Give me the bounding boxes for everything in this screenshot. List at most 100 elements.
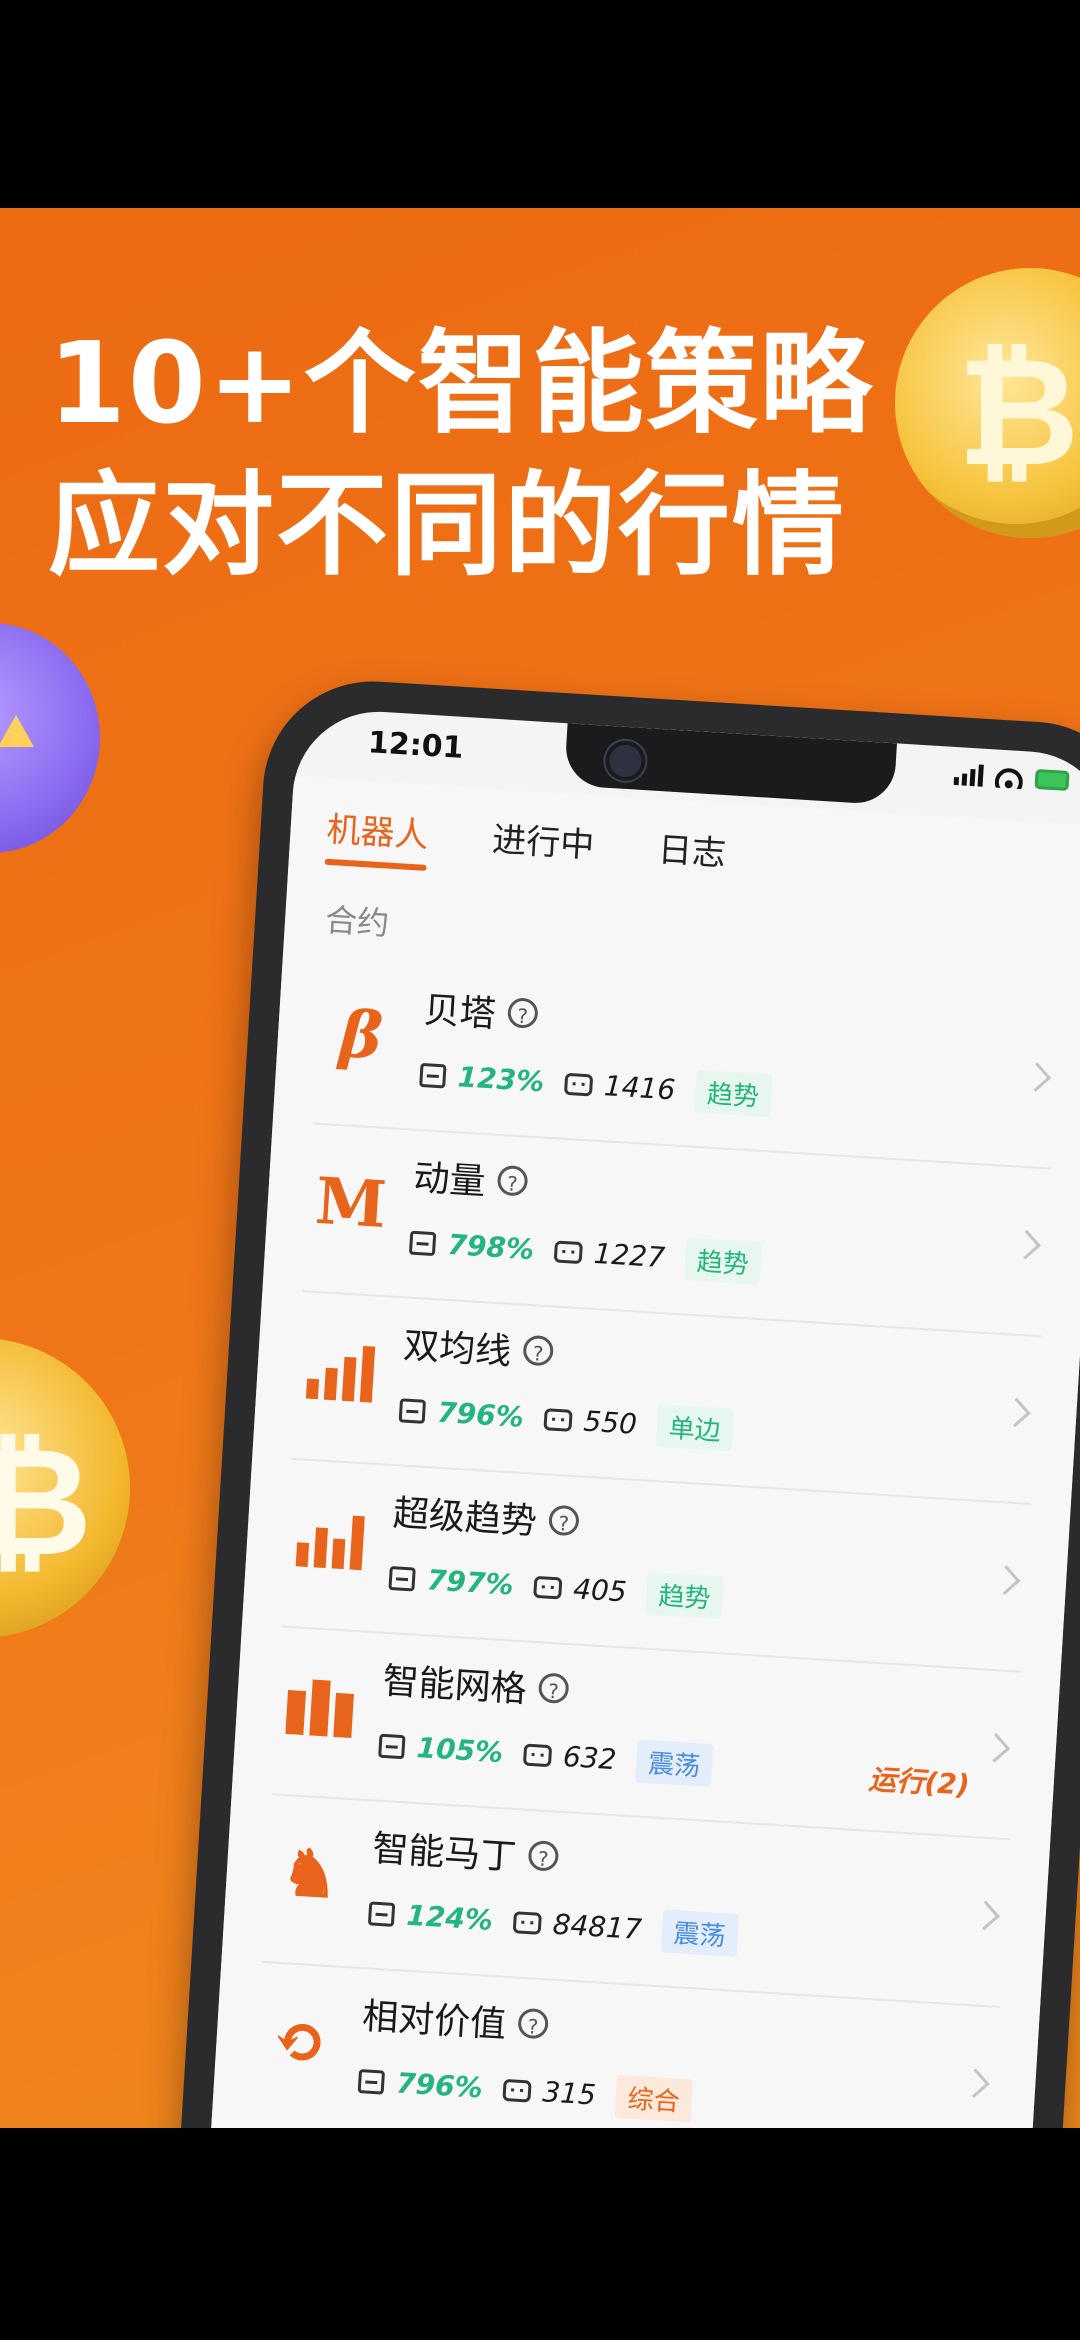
beta-icon: β	[316, 993, 407, 1078]
strategy-name: 相对价值?	[361, 1987, 550, 2050]
strategy-stats: 105% 632 震荡	[378, 1724, 714, 1787]
bot-count: 84817	[551, 1907, 643, 1947]
strategy-stats: 123% 1416 趋势	[419, 1053, 773, 1118]
roi-value: 124%	[405, 1898, 494, 1937]
robot-icon	[532, 1575, 562, 1599]
strategy-tag: 趋势	[693, 1069, 773, 1118]
roi-value: 796%	[436, 1395, 525, 1434]
tab-logs[interactable]: 日志	[656, 822, 728, 893]
dual-ma-icon	[295, 1328, 386, 1413]
help-icon[interactable]: ?	[506, 997, 539, 1029]
bot-count: 632	[562, 1739, 618, 1777]
chevron-right-icon	[990, 1565, 1021, 1595]
wifi-icon	[994, 765, 1023, 789]
momentum-glyph: M	[313, 1163, 389, 1243]
bar-chart-icon	[305, 1339, 376, 1403]
roi-icon	[378, 1733, 406, 1759]
strategy-list: 合约 β 贝塔? 123% 1416 趋势 M 动量? 798% 1227 趋势…	[202, 866, 1080, 2128]
roi-icon	[398, 1397, 427, 1424]
momentum-icon: M	[306, 1160, 397, 1245]
phone-screen: 12:01 机器人 进行中 日志 合约 β 贝塔? 123% 1416 趋势 M…	[202, 706, 1080, 2128]
relative-value-icon: ⟲	[254, 1999, 345, 2084]
roi-icon	[408, 1230, 437, 1256]
strategy-tag: 震荡	[660, 1909, 739, 1957]
gold-coin-decoration: ₿	[0, 1338, 130, 1638]
headline: 10+个智能策略 应对不同的行情	[48, 313, 874, 597]
strategy-name: 智能马丁?	[371, 1820, 560, 1883]
roi-icon	[419, 1062, 447, 1088]
bot-count: 550	[582, 1404, 638, 1441]
running-count[interactable]: 运行(2)	[868, 1758, 971, 1804]
roi-icon	[357, 2068, 386, 2095]
strategy-name-text: 双均线	[402, 1325, 513, 1373]
grid-bars-icon	[285, 1674, 355, 1738]
strategy-stats: 796% 550 单边	[398, 1388, 735, 1452]
robot-icon	[522, 1742, 552, 1767]
strategy-name-text: 智能马丁	[371, 1828, 518, 1879]
beta-glyph: β	[337, 996, 385, 1074]
strategy-name: 智能网格?	[381, 1652, 570, 1715]
strategy-stats: 796% 315 综合	[357, 2059, 694, 2123]
help-icon[interactable]: ?	[537, 1672, 570, 1705]
strategy-tag: 综合	[614, 2074, 694, 2123]
roi-icon	[367, 1900, 396, 1927]
phone-notch	[563, 723, 897, 806]
exchange-glyph: ⟲	[270, 2002, 329, 2081]
strategy-name: 超级趋势?	[392, 1484, 581, 1547]
bot-count: 1416	[603, 1069, 677, 1107]
robot-icon	[563, 1072, 593, 1096]
headline-line-2: 应对不同的行情	[48, 461, 846, 591]
strategy-name-text: 贝塔	[422, 990, 497, 1036]
bot-count: 405	[572, 1572, 628, 1609]
strategy-name-text: 动量	[412, 1157, 487, 1204]
tab-running[interactable]: 进行中	[490, 812, 596, 885]
headline-line-1: 10+个智能策略	[48, 319, 874, 449]
strategy-name: 贝塔?	[422, 981, 539, 1040]
strategy-tag: 趋势	[645, 1571, 724, 1620]
help-icon[interactable]: ?	[527, 1840, 560, 1872]
help-icon[interactable]: ?	[522, 1334, 555, 1367]
chevron-right-icon	[960, 2068, 990, 2098]
roi-value: 796%	[395, 2066, 484, 2105]
help-icon[interactable]: ?	[517, 2007, 550, 2040]
help-icon[interactable]: ?	[548, 1504, 580, 1537]
strategy-name-text: 超级趋势	[391, 1493, 539, 1543]
camera-icon	[604, 739, 647, 783]
chevron-right-icon	[970, 1900, 1000, 1931]
tab-robots[interactable]: 机器人	[324, 802, 430, 875]
strategy-stats: 798% 1227 趋势	[408, 1221, 763, 1286]
strategy-name-text: 智能网格	[381, 1660, 528, 1711]
robot-icon	[542, 1407, 573, 1432]
strategy-name: 动量?	[412, 1149, 529, 1208]
roi-value: 797%	[426, 1563, 515, 1602]
martingale-icon: ♞	[265, 1831, 356, 1916]
chevron-right-icon	[1001, 1397, 1031, 1428]
status-time: 12:01	[366, 725, 465, 766]
grid-icon	[275, 1663, 366, 1748]
strategy-tag: 震荡	[635, 1739, 714, 1787]
super-trend-icon	[285, 1496, 376, 1581]
strategy-name: 双均线?	[402, 1316, 555, 1377]
roi-icon	[388, 1565, 416, 1592]
help-icon[interactable]: ?	[496, 1164, 529, 1197]
robot-icon	[512, 1910, 542, 1935]
strategy-name-text: 相对价值	[361, 1996, 508, 2046]
signal-icon	[953, 763, 984, 787]
promo-poster: ₿ ₿ 10+个智能策略 应对不同的行情 12:01 机器人 进行中 日志 合约	[0, 208, 1080, 2128]
chevron-right-icon	[980, 1732, 1011, 1763]
strategy-stats: 797% 405 趋势	[388, 1556, 724, 1620]
phone-mockup: 12:01 机器人 进行中 日志 合约 β 贝塔? 123% 1416 趋势 M…	[171, 675, 1080, 2128]
chevron-right-icon	[1021, 1062, 1052, 1092]
knight-glyph: ♞	[278, 1834, 341, 1913]
robot-icon	[501, 2078, 532, 2103]
bot-count: 1227	[592, 1236, 666, 1275]
chevron-right-icon	[1011, 1229, 1041, 1260]
trend-chart-icon	[295, 1506, 366, 1571]
robot-icon	[553, 1239, 583, 1264]
purple-coin-decoration	[0, 623, 100, 853]
bot-count: 315	[541, 2075, 597, 2112]
battery-icon	[1034, 768, 1070, 791]
roi-value: 105%	[415, 1730, 505, 1770]
bitcoin-coin-decoration: ₿	[895, 268, 1080, 538]
roi-value: 798%	[446, 1227, 535, 1267]
